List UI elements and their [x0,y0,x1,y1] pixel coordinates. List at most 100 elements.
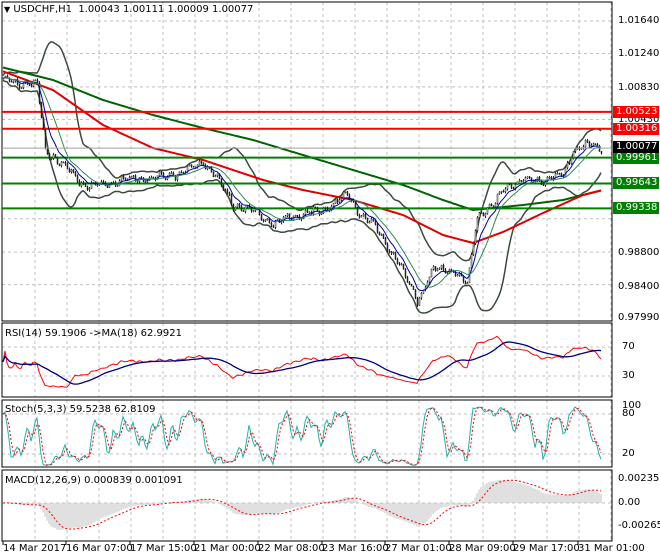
time-axis-label: 22 Mar 08:00 [258,543,325,554]
candle-body [20,87,23,89]
candle-body [476,217,479,231]
candle-body [308,211,311,214]
candle-body [434,266,437,271]
price-axis-label: 1.01240 [618,48,660,59]
candle-body [382,233,385,239]
candle-body [414,289,417,299]
candle-body [590,144,593,147]
candle-body [40,102,43,119]
candle-body [252,210,255,212]
candle-body [494,203,497,208]
candle-body [80,182,83,187]
candle-body [324,207,327,209]
candle-body [214,175,217,178]
current-price-tag: 1.00077 [613,141,659,154]
candle-body [270,223,273,227]
candle-body [518,179,521,183]
candle-body [232,203,235,211]
candle-body [498,191,501,195]
candle-body [370,218,373,223]
candle-body [528,176,531,179]
candle-body [46,147,49,155]
candle-body [332,203,335,207]
candle-body [140,177,143,179]
candle-body [72,169,75,173]
candle-body [470,254,473,268]
candle-body [568,162,571,165]
candle-body [572,151,575,159]
chart-window: ▼ USDCHF,H1 1.00043 1.00111 1.00009 1.00… [0,0,660,560]
candle-body [350,199,353,201]
candle-body [160,171,163,174]
candle-body [266,218,269,221]
price-axis-label: 1.00830 [618,82,660,93]
candle-body [146,180,149,183]
candle-body [490,204,493,207]
candle-body [506,183,509,190]
candle-body [488,204,491,208]
stoch-axis-label: 80 [622,408,635,419]
candle-body [198,160,201,166]
candle-body [362,214,365,217]
time-axis-label: 14 Mar 2017 [3,543,67,554]
candle-body [522,180,525,183]
candle-body [150,176,153,179]
candle-body [10,81,13,83]
candle-body [50,158,53,160]
candle-body [500,190,503,193]
candle-body [66,163,69,170]
candle-body [86,186,89,190]
candle-body [600,151,603,154]
candle-body [264,218,267,222]
candle-body [182,172,185,174]
candle-body [244,206,247,212]
candle-body [226,190,229,194]
candle-body [466,282,469,285]
sma-green-line [2,76,602,288]
candle-body [564,167,567,177]
candle-body [360,215,363,218]
candle-body [486,207,489,214]
low-value: 1.00009 [167,4,209,15]
candle-body [236,203,239,208]
candle-body [78,180,81,187]
candle-body [64,162,67,165]
candle-body [386,243,389,252]
candle-body [558,172,561,175]
candle-body [464,281,467,285]
candle-body [380,233,383,236]
candle-body [82,182,85,185]
time-axis-label: 29 Mar 17:00 [513,543,580,554]
stoch-axis-label: 20 [622,448,635,459]
candle-body [482,212,485,217]
candle-body [62,161,65,164]
candle-body [84,183,87,187]
candle-body [224,190,227,192]
candle-body [322,207,325,213]
candle-body [592,143,595,146]
candle-body [436,268,439,271]
candle-body [336,199,339,203]
candle-body [400,263,403,266]
candle-body [526,176,529,179]
candle-body [74,172,77,176]
candle-body [260,214,263,221]
candle-body [192,166,195,168]
time-axis-label: 23 Mar 16:00 [322,543,389,554]
candle-body [316,207,319,212]
candle-body [390,251,393,254]
candle-body [120,175,123,182]
candle-body [368,221,371,224]
candle-body [508,183,511,185]
candle-body [520,179,523,182]
candle-body [442,265,445,271]
candle-body [446,272,449,274]
level-price-tag: 0.99643 [613,177,659,190]
candle-body [566,162,569,168]
candle-body [402,263,405,270]
candle-body [574,149,577,152]
dropdown-triangle-icon[interactable]: ▼ [4,5,10,14]
high-value: 1.00111 [122,4,165,15]
level-price-tag: 0.99338 [613,202,659,215]
main-panel [1,1,613,322]
